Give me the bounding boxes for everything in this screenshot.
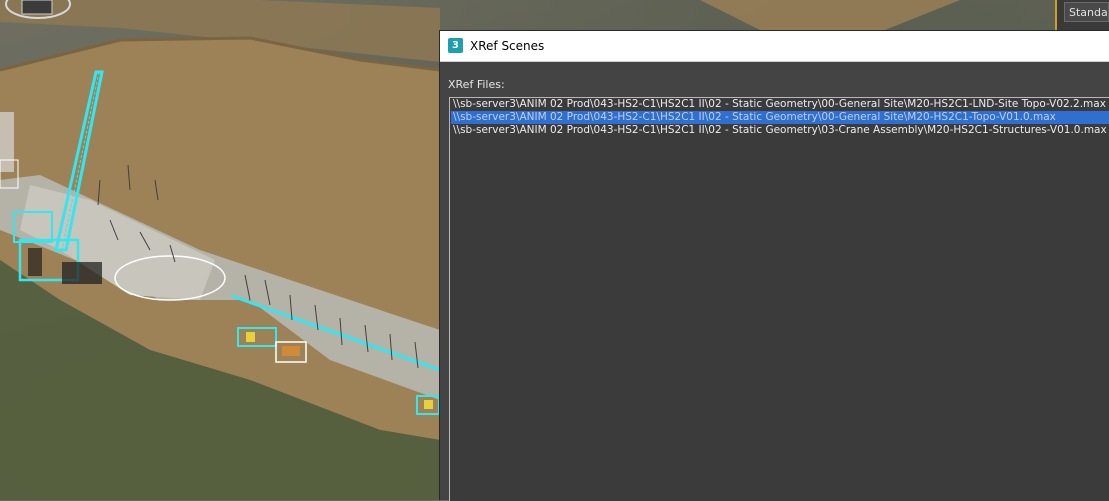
dialog-title: XRef Scenes: [470, 39, 545, 53]
xref-files-label: XRef Files:: [448, 78, 505, 91]
xref-files-list[interactable]: \\sb-server3\ANIM 02 Prod\043-HS2-C1\HS2…: [449, 97, 1109, 501]
xref-scenes-dialog: 3 XRef Scenes XRef Files: \\sb-server3\A…: [439, 30, 1109, 501]
dialog-titlebar[interactable]: 3 XRef Scenes: [440, 31, 1109, 62]
xref-file-item[interactable]: \\sb-server3\ANIM 02 Prod\043-HS2-C1\HS2…: [451, 98, 1109, 111]
viewport-view-button[interactable]: Standard: [1064, 2, 1109, 22]
xref-file-item-selected[interactable]: \\sb-server3\ANIM 02 Prod\043-HS2-C1\HS2…: [451, 111, 1109, 124]
xref-file-item[interactable]: \\sb-server3\ANIM 02 Prod\043-HS2-C1\HS2…: [451, 124, 1109, 137]
3ds-max-icon: 3: [448, 38, 463, 53]
viewcube-icon[interactable]: [0, 0, 80, 24]
